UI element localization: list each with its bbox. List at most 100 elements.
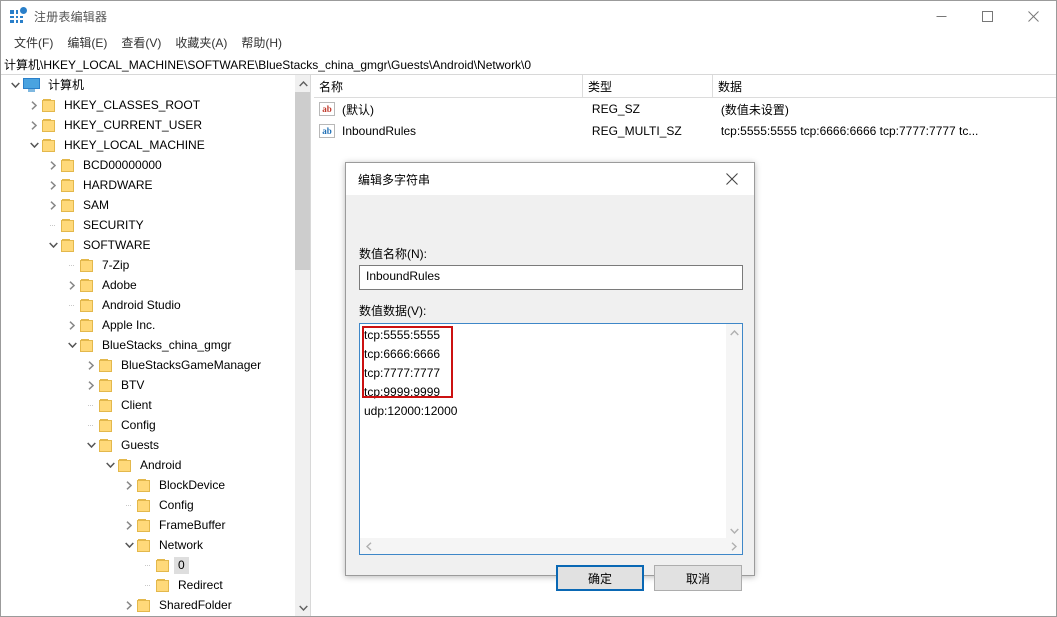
chevron-right-icon[interactable] [45, 195, 61, 215]
registry-tree-pane: 计算机 HKEY_CLASSES_ROOT HKEY_CURRENT_USER HKE… [1, 75, 312, 616]
tree-guide-stub [140, 555, 156, 575]
scroll-up-icon[interactable] [726, 324, 742, 341]
tree-item-blockdevice[interactable]: BlockDevice [1, 475, 295, 495]
tree-item-label: 0 [174, 556, 189, 574]
tree-item-bcd00000000[interactable]: BCD00000000 [1, 155, 295, 175]
chevron-right-icon[interactable] [83, 355, 99, 375]
chevron-right-icon[interactable] [121, 515, 137, 535]
tree-item-hkey-local-machine[interactable]: HKEY_LOCAL_MACHINE [1, 135, 295, 155]
tree-scroll-thumb[interactable] [295, 92, 311, 270]
address-bar[interactable]: 计算机\HKEY_LOCAL_MACHINE\SOFTWARE\BlueStac… [1, 54, 1056, 75]
tree-item-label: HKEY_CURRENT_USER [64, 117, 203, 132]
tree-item-label: Apple Inc. [102, 317, 156, 332]
chevron-right-icon[interactable] [26, 95, 42, 115]
folder-icon [80, 315, 98, 335]
chevron-down-icon[interactable] [83, 435, 99, 455]
folder-icon [137, 515, 155, 535]
scroll-right-icon[interactable] [725, 538, 742, 554]
scroll-down-icon[interactable] [726, 522, 742, 539]
window-controls [918, 1, 1056, 31]
chevron-down-icon[interactable] [64, 335, 80, 355]
chevron-down-icon[interactable] [102, 455, 118, 475]
menu-item-edit[interactable]: 编辑(E) [60, 32, 114, 54]
tree-item-network[interactable]: Network [1, 535, 295, 555]
value-data-textarea[interactable]: tcp:5555:5555 tcp:6666:6666 tcp:7777:777… [359, 323, 743, 555]
tree-item-btv[interactable]: BTV [1, 375, 295, 395]
tree-item-bluestacksgamemanager[interactable]: BlueStacksGameManager [1, 355, 295, 375]
textarea-horizontal-scrollbar[interactable] [360, 538, 742, 554]
column-header-name[interactable]: 名称 [314, 75, 583, 98]
menu-item-help[interactable]: 帮助(H) [234, 32, 289, 54]
folder-icon [137, 595, 155, 615]
close-icon[interactable] [1010, 1, 1056, 31]
menu-item-view[interactable]: 查看(V) [114, 32, 168, 54]
tree-item-label: BCD00000000 [83, 157, 162, 172]
registry-tree[interactable]: 计算机 HKEY_CLASSES_ROOT HKEY_CURRENT_USER HKE… [1, 75, 295, 616]
cancel-button[interactable]: 取消 [654, 565, 742, 591]
close-icon[interactable] [709, 163, 754, 195]
tree-item-label: SAM [83, 197, 110, 212]
tree-item-android-studio[interactable]: Android Studio [1, 295, 295, 315]
tree-item-security[interactable]: SECURITY [1, 215, 295, 235]
tree-item-android[interactable]: Android [1, 455, 295, 475]
tree-item-hkey-current-user[interactable]: HKEY_CURRENT_USER [1, 115, 295, 135]
menu-bar: 文件(F) 编辑(E) 查看(V) 收藏夹(A) 帮助(H) [1, 32, 1056, 53]
chevron-right-icon[interactable] [45, 175, 61, 195]
tree-item-framebuffer[interactable]: FrameBuffer [1, 515, 295, 535]
tree-item-guests[interactable]: Guests [1, 435, 295, 455]
ok-button[interactable]: 确定 [556, 565, 644, 591]
tree-item-0[interactable]: 0 [1, 555, 295, 575]
chevron-right-icon[interactable] [83, 375, 99, 395]
chevron-right-icon[interactable] [121, 475, 137, 495]
table-row[interactable]: ab InboundRules REG_MULTI_SZ tcp:5555:55… [314, 120, 1056, 142]
tree-item-apple-inc[interactable]: Apple Inc. [1, 315, 295, 335]
tree-item-label: HKEY_LOCAL_MACHINE [64, 137, 205, 152]
tree-item-label: SharedFolder [159, 597, 232, 612]
tree-item-sharedfolder[interactable]: SharedFolder [1, 595, 295, 615]
chevron-right-icon[interactable] [121, 595, 137, 615]
chevron-down-icon[interactable] [7, 75, 23, 95]
tree-item-[interactable]: 计算机 [1, 75, 295, 95]
tree-item-label: BTV [121, 377, 145, 392]
value-name-input[interactable]: InboundRules [359, 265, 743, 290]
registry-path: 计算机\HKEY_LOCAL_MACHINE\SOFTWARE\BlueStac… [4, 57, 532, 72]
column-header-type[interactable]: 类型 [583, 75, 713, 98]
scroll-up-icon[interactable] [295, 75, 311, 92]
scroll-left-icon[interactable] [360, 538, 377, 554]
tree-guide-stub [64, 295, 80, 315]
folder-icon [99, 375, 117, 395]
tree-item-software[interactable]: SOFTWARE [1, 235, 295, 255]
tree-vertical-scrollbar[interactable] [295, 75, 311, 616]
menu-item-favorites[interactable]: 收藏夹(A) [168, 32, 234, 54]
chevron-right-icon[interactable] [64, 275, 80, 295]
textarea-vertical-scrollbar[interactable] [726, 324, 742, 539]
minimize-icon[interactable] [918, 1, 964, 31]
folder-icon [61, 195, 79, 215]
tree-item-config[interactable]: Config [1, 495, 295, 515]
chevron-right-icon[interactable] [45, 155, 61, 175]
tree-item-sam[interactable]: SAM [1, 195, 295, 215]
chevron-down-icon[interactable] [26, 135, 42, 155]
tree-item-redirect[interactable]: Redirect [1, 575, 295, 595]
chevron-down-icon[interactable] [45, 235, 61, 255]
maximize-icon[interactable] [964, 1, 1010, 31]
tree-item-client[interactable]: Client [1, 395, 295, 415]
chevron-down-icon[interactable] [121, 535, 137, 555]
folder-icon [80, 275, 98, 295]
tree-guide-stub [83, 395, 99, 415]
tree-item-7-zip[interactable]: 7-Zip [1, 255, 295, 275]
chevron-right-icon[interactable] [26, 115, 42, 135]
tree-item-adobe[interactable]: Adobe [1, 275, 295, 295]
table-row[interactable]: ab (默认) REG_SZ (数值未设置) [314, 98, 1056, 120]
chevron-right-icon[interactable] [64, 315, 80, 335]
column-header-data[interactable]: 数据 [713, 75, 1056, 98]
scroll-down-icon[interactable] [295, 599, 311, 616]
tree-item-hardware[interactable]: HARDWARE [1, 175, 295, 195]
tree-item-config[interactable]: Config [1, 415, 295, 435]
tree-item-bluestacks-china-gmgr[interactable]: BlueStacks_china_gmgr [1, 335, 295, 355]
pane-splitter[interactable] [310, 75, 312, 616]
tree-item-hkey-classes-root[interactable]: HKEY_CLASSES_ROOT [1, 95, 295, 115]
tree-guide-stub [83, 415, 99, 435]
menu-item-file[interactable]: 文件(F) [7, 32, 60, 54]
folder-icon [80, 255, 98, 275]
